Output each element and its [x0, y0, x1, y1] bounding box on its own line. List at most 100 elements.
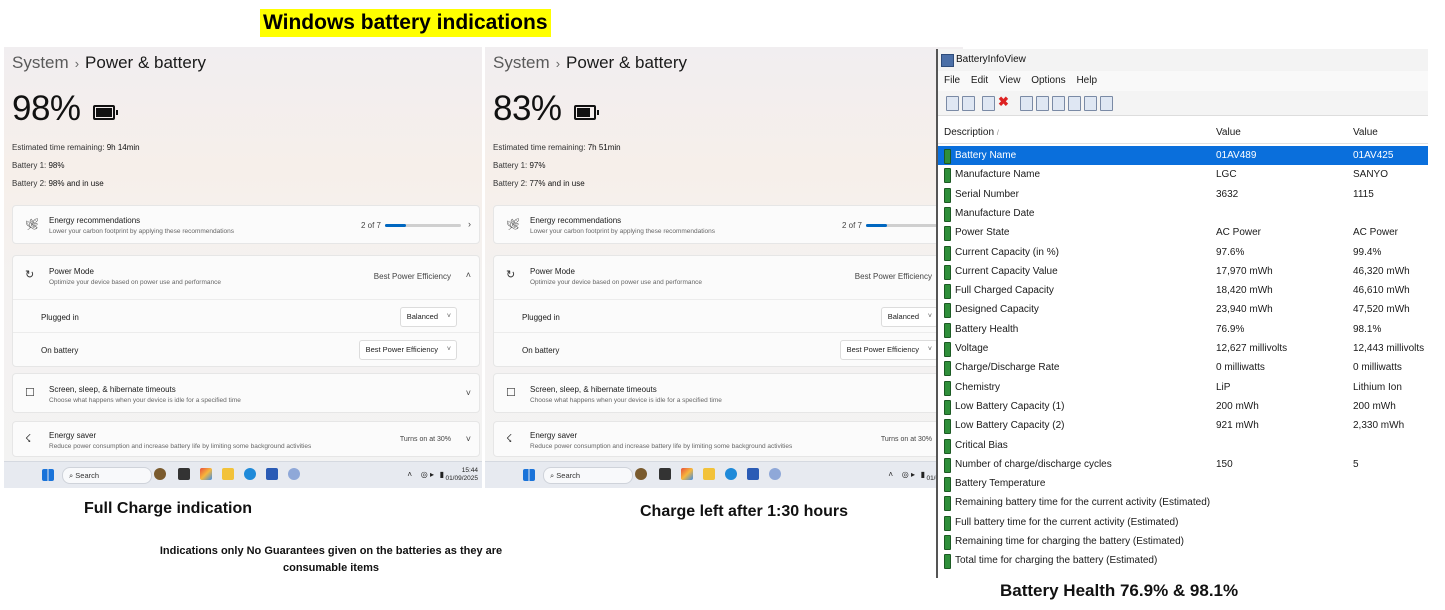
battery-icon	[944, 438, 951, 454]
battery-icon	[944, 457, 951, 473]
taskbar: ⌕ Search ˄ ◎ ▸ ▮ 15:44 01/09/2025	[4, 461, 482, 488]
store-icon[interactable]	[266, 468, 278, 480]
task-view-icon[interactable]	[178, 468, 190, 480]
battery-info-row[interactable]: Battery Name 01AV489 01AV425	[938, 146, 1428, 165]
taskbar-search[interactable]: ⌕ Search	[543, 467, 633, 484]
battery-info-row[interactable]: Full battery time for the current activi…	[938, 513, 1428, 532]
battery-info-row[interactable]: Remaining time for charging the battery …	[938, 532, 1428, 551]
row-description: Full battery time for the current activi…	[955, 516, 1179, 528]
widget-icon[interactable]	[635, 468, 647, 480]
row-value-2: 12,443 millivolts	[1353, 343, 1425, 354]
screen-sleep-card[interactable]: ☐ Screen, sleep, & hibernate timeouts Ch…	[493, 373, 961, 413]
battery-info-row[interactable]: Total time for charging the battery (Est…	[938, 551, 1428, 570]
chevron-down-icon: ˅	[465, 388, 471, 398]
battery-info-row[interactable]: Serial Number 3632 1115	[938, 185, 1428, 204]
chevron-up-icon[interactable]: ˄	[888, 470, 893, 479]
file-explorer-icon[interactable]	[703, 468, 715, 480]
delete-icon[interactable]: ✖	[998, 95, 1009, 109]
taskbar-search[interactable]: ⌕ Search	[62, 467, 152, 484]
widget-icon[interactable]	[154, 468, 166, 480]
progress-fill	[866, 224, 888, 227]
battery-info-row[interactable]: Current Capacity Value 17,970 mWh 46,320 m…	[938, 262, 1428, 281]
battery-info-row[interactable]: Current Capacity (in %) 97.6% 99.4%	[938, 243, 1428, 262]
battery-info-row[interactable]: Power State AC Power AC Power	[938, 223, 1428, 242]
battery-icon	[93, 105, 118, 120]
breadcrumb-root[interactable]: System	[493, 53, 550, 72]
battery-info-row[interactable]: Voltage 12,627 millivolts 12,443 millivolt…	[938, 339, 1428, 358]
recommendations-count: 2 of 7	[841, 221, 862, 230]
menu-file[interactable]: File	[944, 75, 960, 86]
plugged-in-dropdown[interactable]: Balanced ˅	[880, 307, 938, 327]
menu-help[interactable]: Help	[1076, 75, 1097, 86]
energy-saver-card[interactable]: ☇ Energy saver Reduce power consumption …	[493, 421, 961, 457]
battery-info-row[interactable]: Low Battery Capacity (2) 921 mWh 2,330 mWh	[938, 416, 1428, 435]
chevron-up-icon[interactable]: ˄	[407, 470, 412, 479]
file-explorer-icon[interactable]	[222, 468, 234, 480]
battery-info-row[interactable]: Number of charge/discharge cycles 150 5	[938, 455, 1428, 474]
column-header-description[interactable]: Description /	[944, 123, 999, 144]
battery-info-row[interactable]: Designed Capacity 23,940 mWh 47,520 mWh	[938, 300, 1428, 319]
energy-recommendations-card[interactable]: 🌿︎ Energy recommendations Lower your car…	[493, 205, 961, 244]
task-view-icon[interactable]	[659, 468, 671, 480]
battery-info-row[interactable]: Manufacture Name LGC SANYO	[938, 165, 1428, 184]
battery-tray-icon[interactable]: ▮	[440, 470, 444, 479]
battery-info-row[interactable]: Critical Bias	[938, 436, 1428, 455]
battery-info-row[interactable]: Battery Health 76.9% 98.1%	[938, 320, 1428, 339]
network-volume-tray-icon[interactable]: ◎ ▸	[902, 470, 915, 479]
battery-icon	[944, 264, 951, 280]
row-value-1: 17,970 mWh	[1216, 265, 1273, 277]
battery-info-row[interactable]: Low Battery Capacity (1) 200 mWh 200 mWh	[938, 397, 1428, 416]
battery-icon	[944, 554, 951, 570]
network-volume-tray-icon[interactable]: ◎ ▸	[421, 470, 434, 479]
on-battery-dropdown[interactable]: Best Power Efficiency ˅	[839, 340, 938, 360]
chevron-right-icon: ›	[74, 56, 80, 71]
copilot-icon[interactable]	[200, 468, 212, 480]
find-icon[interactable]	[1084, 96, 1097, 111]
menu-options[interactable]: Options	[1031, 75, 1065, 86]
battery-info-row[interactable]: Chemistry LiP Lithium Ion	[938, 378, 1428, 397]
windows-start-icon[interactable]	[42, 469, 54, 481]
battery-info-row[interactable]: Manufacture Date	[938, 204, 1428, 223]
properties-icon[interactable]	[982, 96, 995, 111]
row-value-2: 01AV425	[1353, 150, 1394, 161]
power-mode-header[interactable]: ↻ Power Mode Optimize your device based …	[13, 256, 479, 296]
save-icon[interactable]	[1020, 96, 1033, 111]
screen-sleep-card[interactable]: ☐ Screen, sleep, & hibernate timeouts Ch…	[12, 373, 480, 413]
menu-edit[interactable]: Edit	[971, 75, 988, 86]
energy-recommendations-card[interactable]: 🌿︎ Energy recommendations Lower your car…	[12, 205, 480, 244]
copy-icon[interactable]	[1052, 96, 1065, 111]
html-report-icon[interactable]	[1068, 96, 1081, 111]
store-icon[interactable]	[747, 468, 759, 480]
on-battery-dropdown[interactable]: Best Power Efficiency ˅	[358, 340, 457, 360]
refresh-icon[interactable]	[1036, 96, 1049, 111]
column-header-value-1[interactable]: Value	[1216, 123, 1241, 143]
taskbar-clock[interactable]: 15:44 01/09/2025	[445, 467, 478, 483]
on-battery-label: On battery	[522, 346, 560, 355]
battery-info-row[interactable]: Remaining battery time for the current a…	[938, 493, 1428, 512]
breadcrumb-root[interactable]: System	[12, 53, 69, 72]
energy-saver-card[interactable]: ☇ Energy saver Reduce power consumption …	[12, 421, 480, 457]
row-value-1: 01AV489	[1216, 150, 1257, 161]
window-titlebar[interactable]: BatteryInfoView	[938, 49, 1428, 71]
plugged-in-dropdown[interactable]: Balanced ˅	[399, 307, 457, 327]
menu-view[interactable]: View	[999, 75, 1021, 86]
settings-gear-icon[interactable]	[288, 468, 300, 480]
battery-info-row[interactable]: Full Charged Capacity 18,420 mWh 46,610 mW…	[938, 281, 1428, 300]
column-header-value-2[interactable]: Value	[1353, 123, 1378, 143]
settings-gear-icon[interactable]	[769, 468, 781, 480]
row-description: Chemistry	[955, 381, 1001, 393]
monitor-icon: ☐	[506, 387, 516, 399]
row-description: Critical Bias	[955, 439, 1008, 451]
battery-info-icon[interactable]	[946, 96, 959, 111]
windows-start-icon[interactable]	[523, 469, 535, 481]
battery-tray-icon[interactable]: ▮	[921, 470, 925, 479]
battery-log-icon[interactable]	[962, 96, 975, 111]
battery-info-row[interactable]: Battery Temperature	[938, 474, 1428, 493]
edge-icon[interactable]	[244, 468, 256, 480]
copilot-icon[interactable]	[681, 468, 693, 480]
battery-info-row[interactable]: Charge/Discharge Rate 0 milliwatts 0 milli…	[938, 358, 1428, 377]
power-mode-header[interactable]: ↻ Power Mode Optimize your device based …	[494, 256, 960, 296]
row-value-1: 200 mWh	[1216, 400, 1259, 412]
edge-icon[interactable]	[725, 468, 737, 480]
exit-icon[interactable]	[1100, 96, 1113, 111]
